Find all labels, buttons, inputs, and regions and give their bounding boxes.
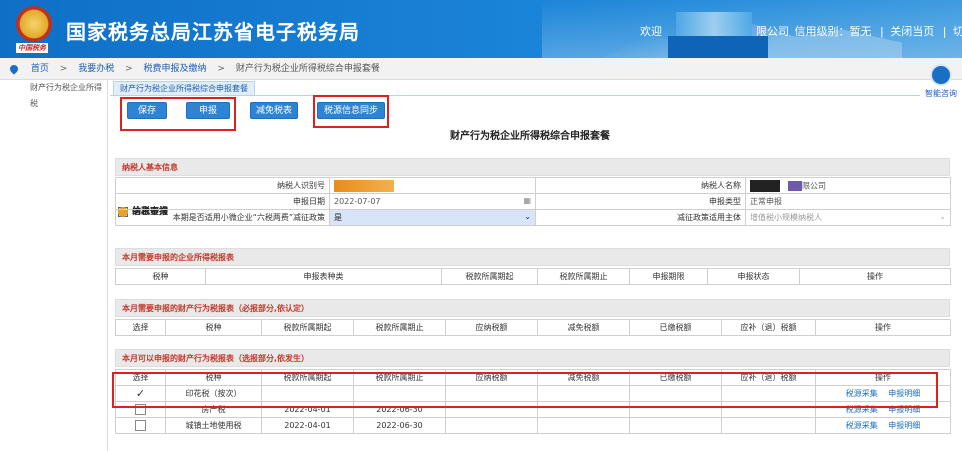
basic-info-table: 纳税人识别号 纳税人名称 限公司 申报日期 2022-07-07 ▦ 申报类型 正… (115, 177, 951, 226)
switch-taxpayer-link[interactable]: 切换纳税人 (953, 25, 962, 38)
breadcrumb-declare[interactable]: 税费申报及缴纳 (144, 64, 207, 74)
small-policy-select[interactable]: 是 ⌄ (329, 209, 536, 226)
section-required-property-tax: 本月需要申报的财产行为税报表（必报部分,依认定） (115, 299, 950, 317)
col-header: 税款所属期起 (261, 319, 354, 336)
row-start: 2022-04-01 (261, 417, 354, 434)
row-actions: 税源采集 申报明细 (815, 417, 951, 434)
checkbox[interactable] (135, 420, 146, 431)
policy-subject-value: 增值税小规模纳税人 (750, 213, 822, 222)
col-header: 税款所属期起 (441, 268, 538, 285)
small-policy-value: 是 (334, 213, 342, 222)
smart-consult-label: 智能咨询 (925, 89, 957, 98)
label-declare-date: 申报日期 (115, 193, 330, 210)
top-header: 中国税务 国家税务总局江苏省电子税务局 欢迎 限公司 信用级别：暂无 | 关闭当… (0, 0, 962, 58)
user-menu: 限公司 信用级别：暂无 | 关闭当页 | 切换纳税人 (756, 23, 962, 39)
policy-subject-select[interactable]: 增值税小规模纳税人 ⌄ (745, 209, 951, 226)
row-end: 2022-06-30 (353, 417, 446, 434)
value-taxpayer-name: 限公司 (745, 177, 951, 194)
chevron-down-icon: ⌄ (939, 212, 946, 221)
credit-level: 信用级别：暂无 (794, 25, 872, 38)
col-header: 操作 (815, 319, 951, 336)
name-suffix: 限公司 (802, 181, 826, 190)
value-tax-id (329, 177, 536, 194)
sidebar: 纳税申报 财产行为税企业所得税 信息查询 (0, 80, 168, 451)
col-header: 税款所属期止 (537, 268, 630, 285)
value-declare-type: 正常申报 (745, 193, 951, 210)
section-income-tax: 本月需要申报的企业所得税报表 (115, 248, 950, 266)
row-cell (537, 417, 630, 434)
sidebar-item-property-tax[interactable]: 财产行为税企业所得税 (0, 80, 107, 108)
label-declare-type: 申报类型 (535, 193, 746, 210)
row-cell (721, 417, 816, 434)
smart-consult[interactable]: 智能咨询 (924, 64, 958, 99)
declare-date-value: 2022-07-07 (334, 197, 381, 206)
site-title: 国家税务总局江苏省电子税务局 (66, 20, 360, 44)
label-policy-subject: 减征政策适用主体 (535, 209, 746, 226)
section-optional-property-tax: 本月可以申报的财产行为税报表（选报部分,依发生） (115, 349, 950, 367)
section-basic-info: 纳税人基本信息 (115, 158, 950, 176)
label-small-policy: 本期是否适用小微企业“六税两费”减征政策 (115, 209, 330, 226)
row-cell (629, 417, 722, 434)
breadcrumb: 首页 > 我要办税 > 税费申报及缴纳 > 财产行为税企业所得税综合申报套餐 (0, 58, 962, 80)
col-header: 税种 (165, 319, 262, 336)
col-header: 税款所属期止 (353, 319, 446, 336)
required-property-tax-table: 选择 税种 税款所属期起 税款所属期止 应纳税额 减免税额 已缴税额 应补（退）… (115, 319, 951, 336)
close-page-link[interactable]: 关闭当页 (890, 25, 934, 38)
redacted-block (668, 36, 768, 58)
emblem-icon (16, 6, 52, 42)
highlight-box (112, 372, 938, 408)
redacted-name-2 (788, 180, 802, 191)
col-header: 申报期限 (629, 268, 708, 285)
label-tax-id: 纳税人识别号 (115, 177, 330, 194)
headset-icon (930, 64, 952, 86)
col-header: 选择 (115, 319, 166, 336)
col-header: 减免税额 (537, 319, 630, 336)
declare-detail-link[interactable]: 申报明细 (888, 421, 920, 430)
tab-page[interactable]: 财产行为税企业所得税综合申报套餐 (113, 81, 255, 95)
row-tax: 城镇土地使用税 (165, 417, 262, 434)
location-pin-icon (8, 62, 20, 75)
label-taxpayer-name: 纳税人名称 (535, 177, 746, 194)
tax-logo: 中国税务 (14, 6, 54, 53)
col-header: 申报状态 (707, 268, 800, 285)
table-row: 城镇土地使用税 2022-04-01 2022-06-30 税源采集 申报明细 (115, 417, 951, 434)
declare-date-field[interactable]: 2022-07-07 ▦ (329, 193, 536, 210)
logo-script: 中国税务 (16, 43, 48, 53)
breadcrumb-home[interactable]: 首页 (31, 64, 49, 74)
income-tax-table: 税种 申报表种类 税款所属期起 税款所属期止 申报期限 申报状态 操作 (115, 268, 951, 285)
col-header: 税种 (115, 268, 206, 285)
col-header: 操作 (799, 268, 951, 285)
col-header: 应纳税额 (445, 319, 538, 336)
breadcrumb-office[interactable]: 我要办税 (78, 64, 114, 74)
reduce-tax-button[interactable]: 减免税表 (250, 102, 298, 119)
col-header: 已缴税额 (629, 319, 722, 336)
redacted-tax-id (334, 179, 394, 192)
tab-divider (110, 95, 920, 96)
breadcrumb-current: 财产行为税企业所得税综合申报套餐 (235, 64, 380, 74)
redacted-name (750, 179, 780, 192)
sidebar-item-label: 财产行为税企业所得税 (30, 83, 102, 108)
col-header: 申报表种类 (205, 268, 442, 285)
col-header: 应补（退）税额 (721, 319, 816, 336)
calendar-icon: ▦ (523, 196, 531, 205)
tax-source-collect-link[interactable]: 税源采集 (846, 421, 878, 430)
chevron-down-icon: ⌄ (524, 212, 531, 221)
row-select-checkbox[interactable] (115, 417, 166, 434)
row-cell (445, 417, 538, 434)
welcome-text: 欢迎 (640, 25, 662, 38)
form-title: 财产行为税企业所得税综合申报套餐 (450, 131, 610, 142)
